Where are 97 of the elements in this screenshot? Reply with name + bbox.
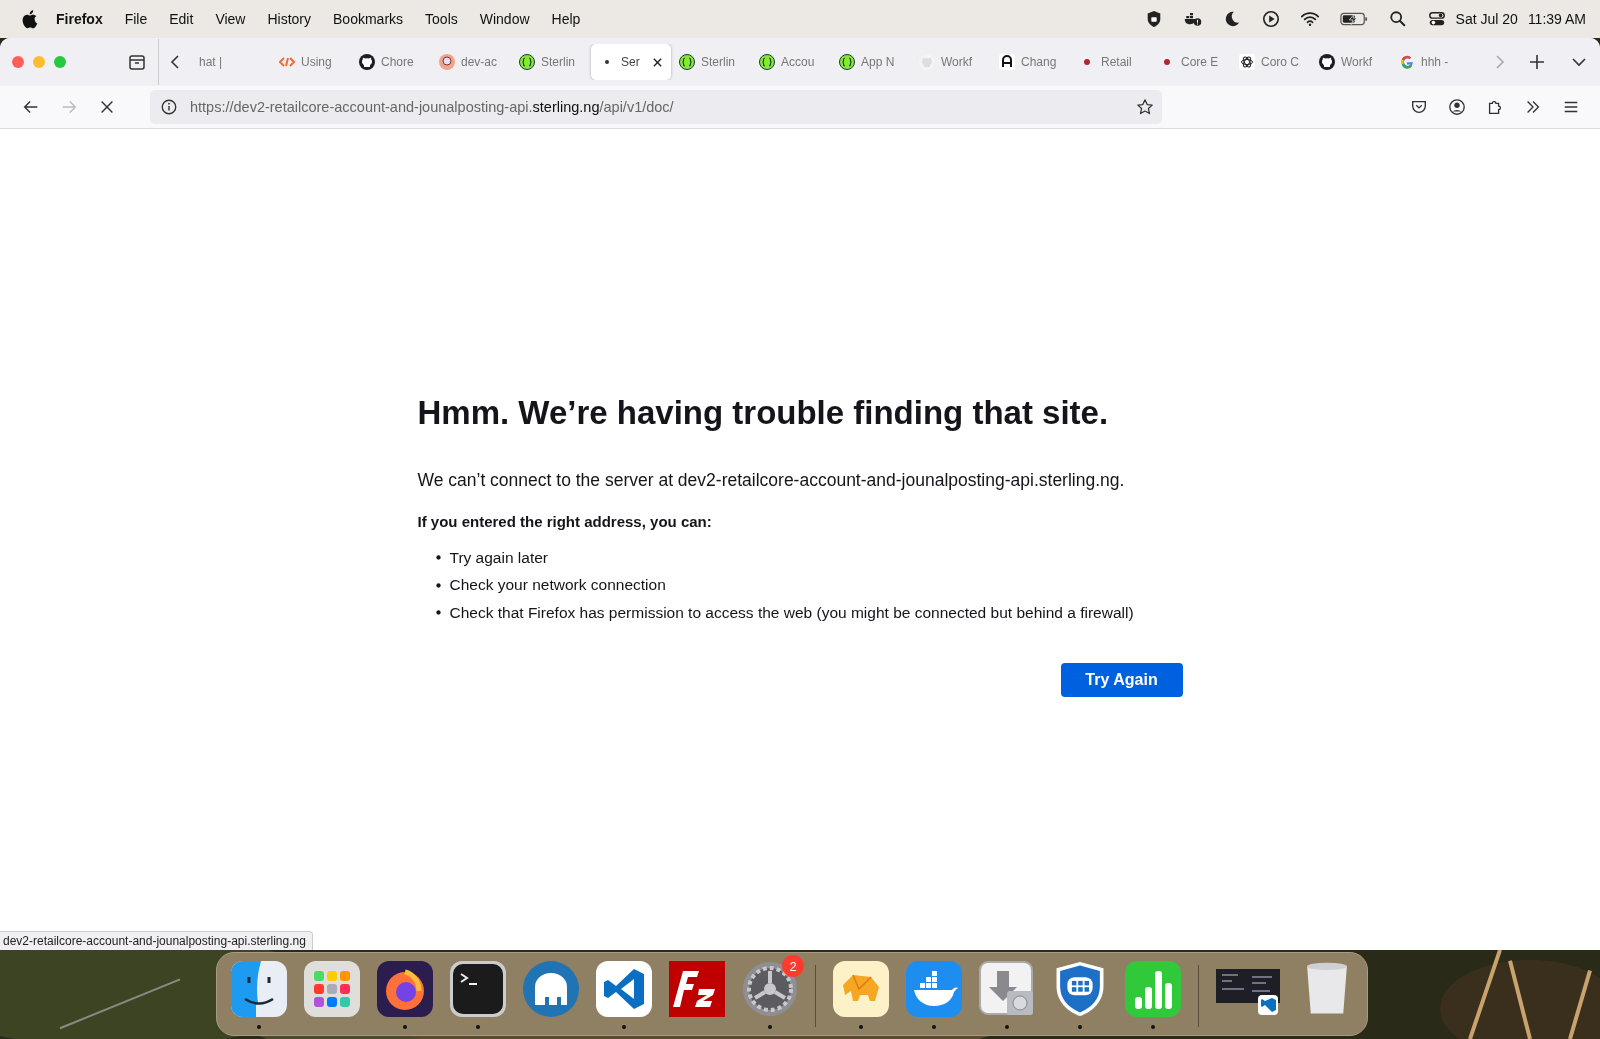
whale-app-icon[interactable] xyxy=(906,961,962,1017)
braces-icon xyxy=(759,54,775,70)
back-arrow-icon[interactable] xyxy=(22,98,40,116)
face-app-icon[interactable] xyxy=(231,961,287,1017)
close-tab-icon[interactable] xyxy=(652,56,663,68)
browser-tab[interactable]: Accou xyxy=(751,44,831,80)
bullet-icon xyxy=(435,582,441,588)
play-icon[interactable] xyxy=(1261,10,1280,28)
tab-title: Retail xyxy=(1101,55,1132,69)
file-transfer-app-icon[interactable] xyxy=(669,961,725,1017)
cat-logo-icon xyxy=(1319,54,1335,70)
tab-title: Coro C xyxy=(1261,55,1299,69)
new-tab-icon[interactable] xyxy=(1527,52,1547,72)
cat-logo-icon xyxy=(359,54,375,70)
menu-item[interactable]: Bookmarks xyxy=(333,11,404,27)
menu-item[interactable]: Help xyxy=(551,11,581,27)
browser-tab[interactable]: Chore xyxy=(351,44,431,80)
browser-tab[interactable]: Ser xyxy=(591,44,671,80)
tab-title: Workf xyxy=(941,55,973,69)
menu-item[interactable]: View xyxy=(215,11,246,27)
tab-title: Chore xyxy=(381,55,414,69)
elephant-app-icon[interactable] xyxy=(833,961,889,1017)
browser-tab[interactable]: dev-ac xyxy=(431,44,511,80)
search-icon[interactable] xyxy=(1388,10,1407,28)
tab-title: hat | xyxy=(199,55,223,69)
account-icon[interactable] xyxy=(1448,98,1466,116)
notification-badge: 2 xyxy=(782,955,804,977)
braces-icon xyxy=(519,54,535,70)
bullet-icon xyxy=(435,555,441,561)
battery-icon[interactable] xyxy=(1339,10,1368,28)
pocket-icon[interactable] xyxy=(1410,98,1428,116)
menu-item[interactable]: History xyxy=(267,11,312,27)
menu-item[interactable]: Edit xyxy=(169,11,194,27)
address-bar[interactable]: https://dev2-retailcore-account-and-jounalposting-api.sterling.ng/api/v1/doc/ xyxy=(150,90,1162,124)
menu-item[interactable]: Firefox xyxy=(56,11,103,27)
browser-tab[interactable]: Workf xyxy=(911,44,991,80)
tab-title: Sterlin xyxy=(701,55,735,69)
knot-logo-icon xyxy=(1239,54,1255,70)
fox-globe-app-icon[interactable] xyxy=(377,961,433,1017)
tab-title: Core E xyxy=(1181,55,1219,69)
error-message: We can’t connect to the server at dev2-retailcore-account-and-jounalposting-api.sterling.ng. xyxy=(417,470,1125,491)
browser-tab[interactable]: Core E xyxy=(1151,44,1231,80)
g-logo-icon xyxy=(1399,54,1415,70)
try-again-button[interactable]: Try Again xyxy=(1060,662,1183,697)
browser-tab[interactable]: Retail xyxy=(1071,44,1151,80)
menu-item[interactable]: File xyxy=(124,11,148,27)
browser-tab[interactable]: Sterlin xyxy=(511,44,591,80)
browser-tab[interactable]: App N xyxy=(831,44,911,80)
browser-tab[interactable]: Sterlin xyxy=(671,44,751,80)
url-text[interactable]: https://dev2-retailcore-account-and-jounalposting-api.sterling.ng/api/v1/doc/ xyxy=(190,99,674,115)
tab-title: Accou xyxy=(781,55,815,69)
browser-tab[interactable]: hhh - xyxy=(1391,44,1471,80)
tab-title: dev-ac xyxy=(461,55,498,69)
whale-warning-icon[interactable] xyxy=(1183,10,1202,28)
download-disk-app-icon[interactable] xyxy=(979,961,1035,1017)
braces-icon xyxy=(839,54,855,70)
error-subheading: If you entered the right address, you can: xyxy=(417,513,712,530)
browser-tab[interactable]: hat | xyxy=(191,44,271,80)
arch-logo-icon xyxy=(999,54,1015,70)
braces-icon xyxy=(679,54,695,70)
elephant-app-icon[interactable] xyxy=(523,961,579,1017)
tab-title: Workf xyxy=(1341,55,1373,69)
browser-tab[interactable]: Chang xyxy=(991,44,1071,80)
browser-tab[interactable]: Using xyxy=(271,44,351,80)
puzzle-icon[interactable] xyxy=(1486,98,1504,116)
status-url: dev2-retailcore-account-and-jounalposting-api.sterling.ng xyxy=(0,931,313,950)
bullet-icon xyxy=(435,610,441,616)
tab-title: Sterlin xyxy=(541,55,575,69)
avatar-icon xyxy=(439,54,455,70)
close-window-icon[interactable] xyxy=(12,56,24,68)
tab-title: App N xyxy=(861,55,895,69)
suggestion-text: Check that Firefox has permission to access the web (you might be connected but behind a firewall) xyxy=(449,603,1134,622)
apple-logo-icon[interactable] xyxy=(20,9,38,29)
error-title: Hmm. We’re having trouble finding that site. xyxy=(417,394,1109,432)
bar-chart-app-icon[interactable] xyxy=(1125,961,1181,1017)
browser-tab[interactable]: Coro C xyxy=(1231,44,1311,80)
terminal-app-icon[interactable] xyxy=(450,961,506,1017)
tab-list-icon[interactable] xyxy=(127,52,147,72)
app-grid-icon[interactable] xyxy=(304,961,360,1017)
tab-title: hhh - xyxy=(1421,55,1449,69)
menu-date[interactable]: Sat Jul 20 xyxy=(1455,11,1518,27)
tab-title: Chang xyxy=(1021,55,1057,69)
suggestion-text: Check your network connection xyxy=(449,576,666,595)
stop-icon[interactable] xyxy=(98,98,116,116)
menu-item[interactable]: Tools xyxy=(425,11,458,27)
control-center-icon[interactable] xyxy=(1427,10,1446,28)
menu-time[interactable]: 11:39 AM xyxy=(1527,11,1586,27)
code-editor-app-icon[interactable] xyxy=(596,961,652,1017)
tab-title: Ser xyxy=(621,55,640,69)
menu-item[interactable]: Window xyxy=(479,11,530,27)
tab-title: Using xyxy=(301,55,332,69)
star-icon[interactable] xyxy=(1136,98,1154,116)
wifi-icon[interactable] xyxy=(1300,10,1319,28)
browser-tab[interactable]: Workf xyxy=(1311,44,1391,80)
info-icon[interactable] xyxy=(160,98,178,116)
suggestion-text: Try again later xyxy=(449,548,548,567)
gear-app-icon[interactable] xyxy=(742,961,798,1017)
